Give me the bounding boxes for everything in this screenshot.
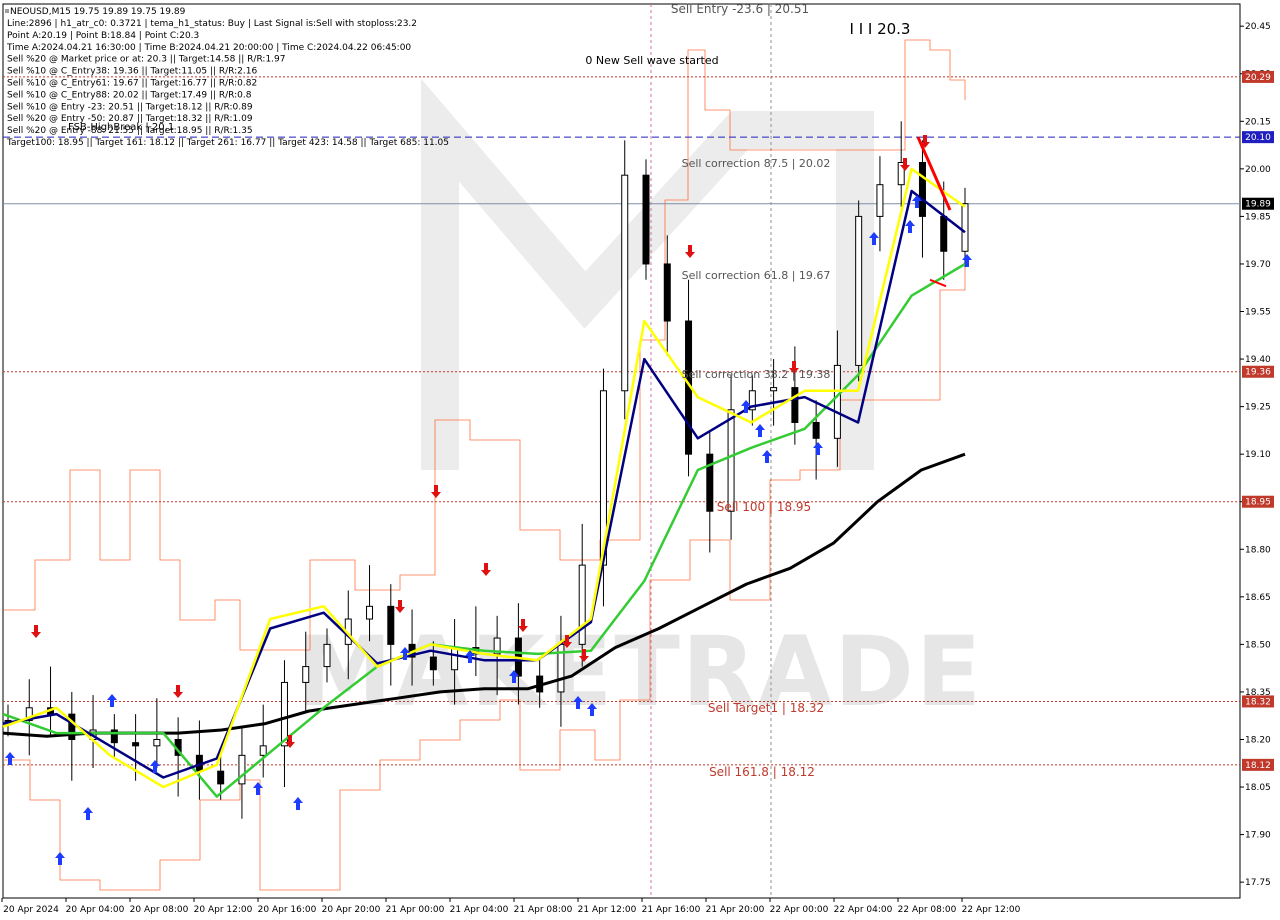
y-tick-label: 18.80 [1245,545,1271,555]
candle-body [238,754,246,785]
y-tick-label: 20.45 [1245,22,1271,32]
candle-body [791,387,799,423]
chart-title: NEOUSD,M15 19.75 19.89 19.75 19.89 [10,7,186,17]
y-axis: 20.4520.3020.1520.0019.8519.7019.5519.40… [1240,22,1271,888]
x-tick-label: 21 Apr 04:00 [450,905,509,915]
y-tick-label: 17.90 [1245,831,1271,841]
candle-body [812,421,820,439]
candle-body [217,770,225,785]
x-tick-label: 21 Apr 08:00 [514,905,573,915]
y-tick-label: 19.55 [1245,308,1271,318]
price-tags: 20.29 20.10 19.36 18.95 18.32 18.12 19.89 [1242,70,1274,771]
x-tick-label: 21 Apr 20:00 [706,905,765,915]
candle-body [918,162,926,217]
current-price-tag: 19.89 [1245,200,1271,210]
x-tick-label: 21 Apr 00:00 [386,905,445,915]
level-label: Sell Entry -23.6 | 20.51 [671,2,809,16]
y-tick-label: 19.10 [1245,450,1271,460]
candle-body [132,742,140,747]
level-label: Sell 161.8 | 18.12 [709,765,815,779]
x-tick-label: 22 Apr 08:00 [898,905,957,915]
info-line: Line:2896 | h1_atr_c0: 0.3721 | tema_h1_… [7,19,417,29]
x-tick-label: 20 Apr 2024 [3,905,59,915]
candle-body [961,203,969,252]
chart-root: MAKETRADE Sell Entry -23.6 | 20.51 Sell co… [0,0,1280,920]
info-line: Point A:20.19 | Point B:18.84 | Point C:… [7,31,199,41]
price-tag-label: 18.32 [1245,697,1271,707]
info-line: Sell %10 @ Entry -23: 20.51 || Target:18… [7,102,253,112]
level-label: Sell correction 61.8 | 19.67 [682,269,831,282]
x-tick-label: 20 Apr 08:00 [130,905,189,915]
candle-body [280,681,288,747]
y-tick-label: 18.65 [1245,593,1271,603]
x-tick-label: 21 Apr 16:00 [642,905,701,915]
candle-body [366,605,374,620]
info-line: Target100: 18.95 || Target 161: 18.12 ||… [6,138,449,148]
price-tag-label: 18.95 [1245,498,1271,508]
candle-body [727,409,735,512]
y-tick-label: 19.25 [1245,403,1271,413]
candle-body [451,647,459,671]
candle-body [833,364,841,439]
level-label: Sell Target1 | 18.32 [708,701,824,715]
x-tick-label: 20 Apr 04:00 [66,905,125,915]
info-line: Time A:2024.04.21 16:30:00 | Time B:2024… [6,43,411,53]
title-marker [5,9,9,13]
candle-body [663,263,671,322]
y-tick-label: 19.70 [1245,260,1271,270]
price-tag-label: 18.12 [1245,761,1271,771]
candle-body [302,666,310,683]
price-chart[interactable]: MAKETRADE Sell Entry -23.6 | 20.51 Sell co… [0,0,1280,920]
info-line: Sell %10 @ C_Entry38: 19.36 || Target:11… [7,67,257,77]
price-tag-label: 20.10 [1245,133,1271,143]
y-tick-label: 18.20 [1245,735,1271,745]
y-tick-label: 19.40 [1245,355,1271,365]
candle-body [578,564,586,645]
candle-body [940,215,948,252]
watermark-text: MAKETRADE [297,616,984,728]
y-tick-label: 17.75 [1245,878,1271,888]
candle-body [876,184,884,217]
info-line: Sell %20 @ Entry -88: 21.55 || Target:18… [7,126,253,136]
level-label: Sell 100 | 18.95 [717,500,811,514]
x-tick-label: 21 Apr 12:00 [578,905,637,915]
y-tick-label: 18.50 [1245,640,1271,650]
candle-body [429,656,437,671]
info-line: Sell %10 @ C_Entry88: 20.02 || Target:17… [7,90,252,100]
y-tick-label: 19.85 [1245,212,1271,222]
y-tick-label: 20.15 [1245,117,1271,127]
x-tick-label: 22 Apr 00:00 [770,905,829,915]
candle-body [259,745,267,756]
candle-body [855,215,863,366]
x-tick-label: 20 Apr 20:00 [322,905,381,915]
price-tag-label: 19.36 [1245,368,1271,378]
x-tick-label: 22 Apr 04:00 [834,905,893,915]
info-line: Sell %20 @ Market price or at: 20.3 || T… [7,55,286,65]
candle-body [770,387,778,392]
candle-body [642,174,650,265]
price-tag-label: 20.29 [1245,73,1271,83]
candle-body [706,453,714,512]
candle-body [387,605,395,645]
candle-body [621,174,629,392]
new-wave-label: 0 New Sell wave started [585,54,718,67]
level-label: Sell correction 87.5 | 20.02 [682,157,831,170]
info-line: Sell %20 @ Entry -50: 20.87 || Target:18… [7,114,253,124]
x-axis: 20 Apr 2024 20 Apr 04:00 20 Apr 08:00 20 Ap… [1,898,1021,915]
y-tick-label: 18.05 [1245,783,1271,793]
wave-label: I I I 20.3 [850,20,911,38]
x-tick-label: 20 Apr 12:00 [194,905,253,915]
y-tick-label: 20.00 [1245,165,1271,175]
candle-body [153,738,161,747]
info-line: Sell %10 @ C_Entry61: 19.67 || Target:16… [7,79,257,89]
level-label: Sell correction 38.2 | 19.38 [682,368,831,381]
x-tick-label: 20 Apr 16:00 [258,905,317,915]
candle-body [323,643,331,668]
x-tick-label: 22 Apr 12:00 [962,905,1021,915]
